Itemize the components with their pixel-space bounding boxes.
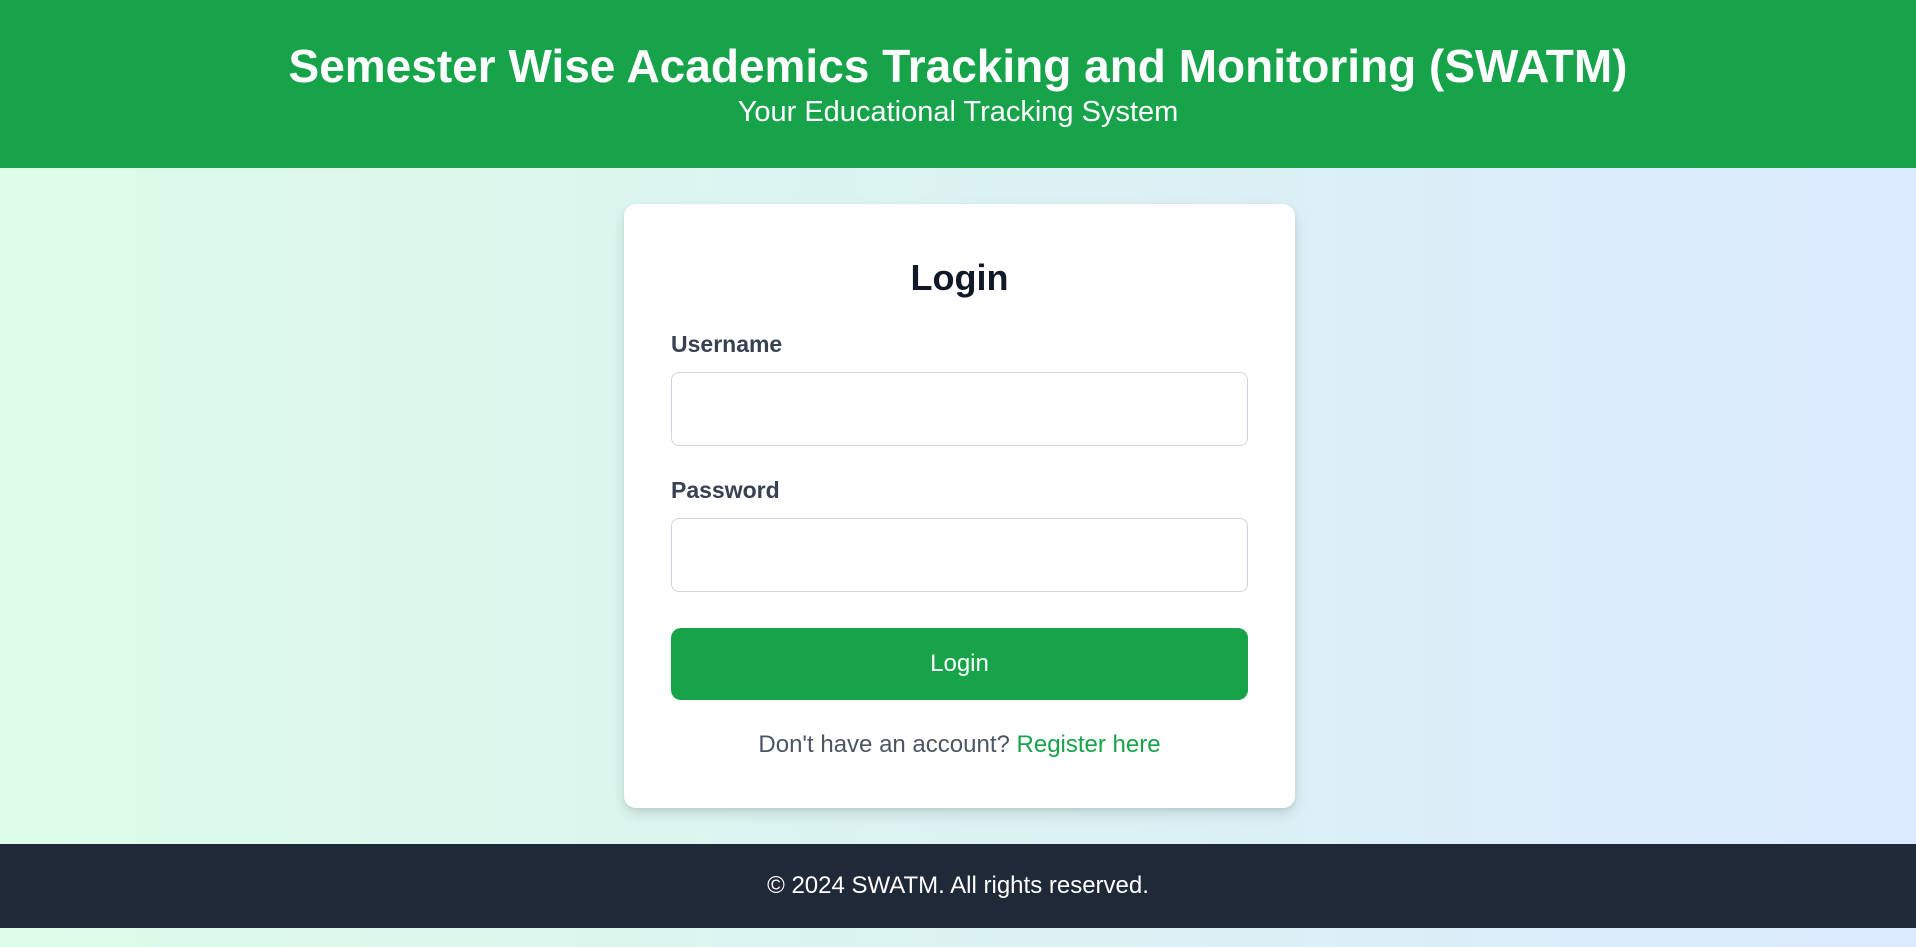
register-prompt-line: Don't have an account? Register here [624, 730, 1295, 760]
username-label: Username [671, 331, 783, 357]
password-label: Password [671, 477, 780, 503]
register-link[interactable]: Register here [1017, 731, 1161, 758]
site-subtitle: Your Educational Tracking System [737, 96, 1179, 128]
site-title: Semester Wise Academics Tracking and Mon… [288, 40, 1628, 92]
site-header: Semester Wise Academics Tracking and Mon… [0, 0, 1916, 168]
login-button[interactable]: Login [671, 628, 1248, 700]
site-footer: © 2024 SWATM. All rights reserved. [0, 844, 1916, 928]
password-input[interactable] [671, 518, 1248, 592]
username-input[interactable] [671, 372, 1248, 446]
login-title: Login [910, 257, 1009, 298]
register-prompt-text: Don't have an account? [758, 731, 1010, 758]
copyright-text: © 2024 SWATM. All rights reserved. [767, 872, 1149, 899]
login-card: Login Username Password Login Don't have… [624, 204, 1295, 808]
